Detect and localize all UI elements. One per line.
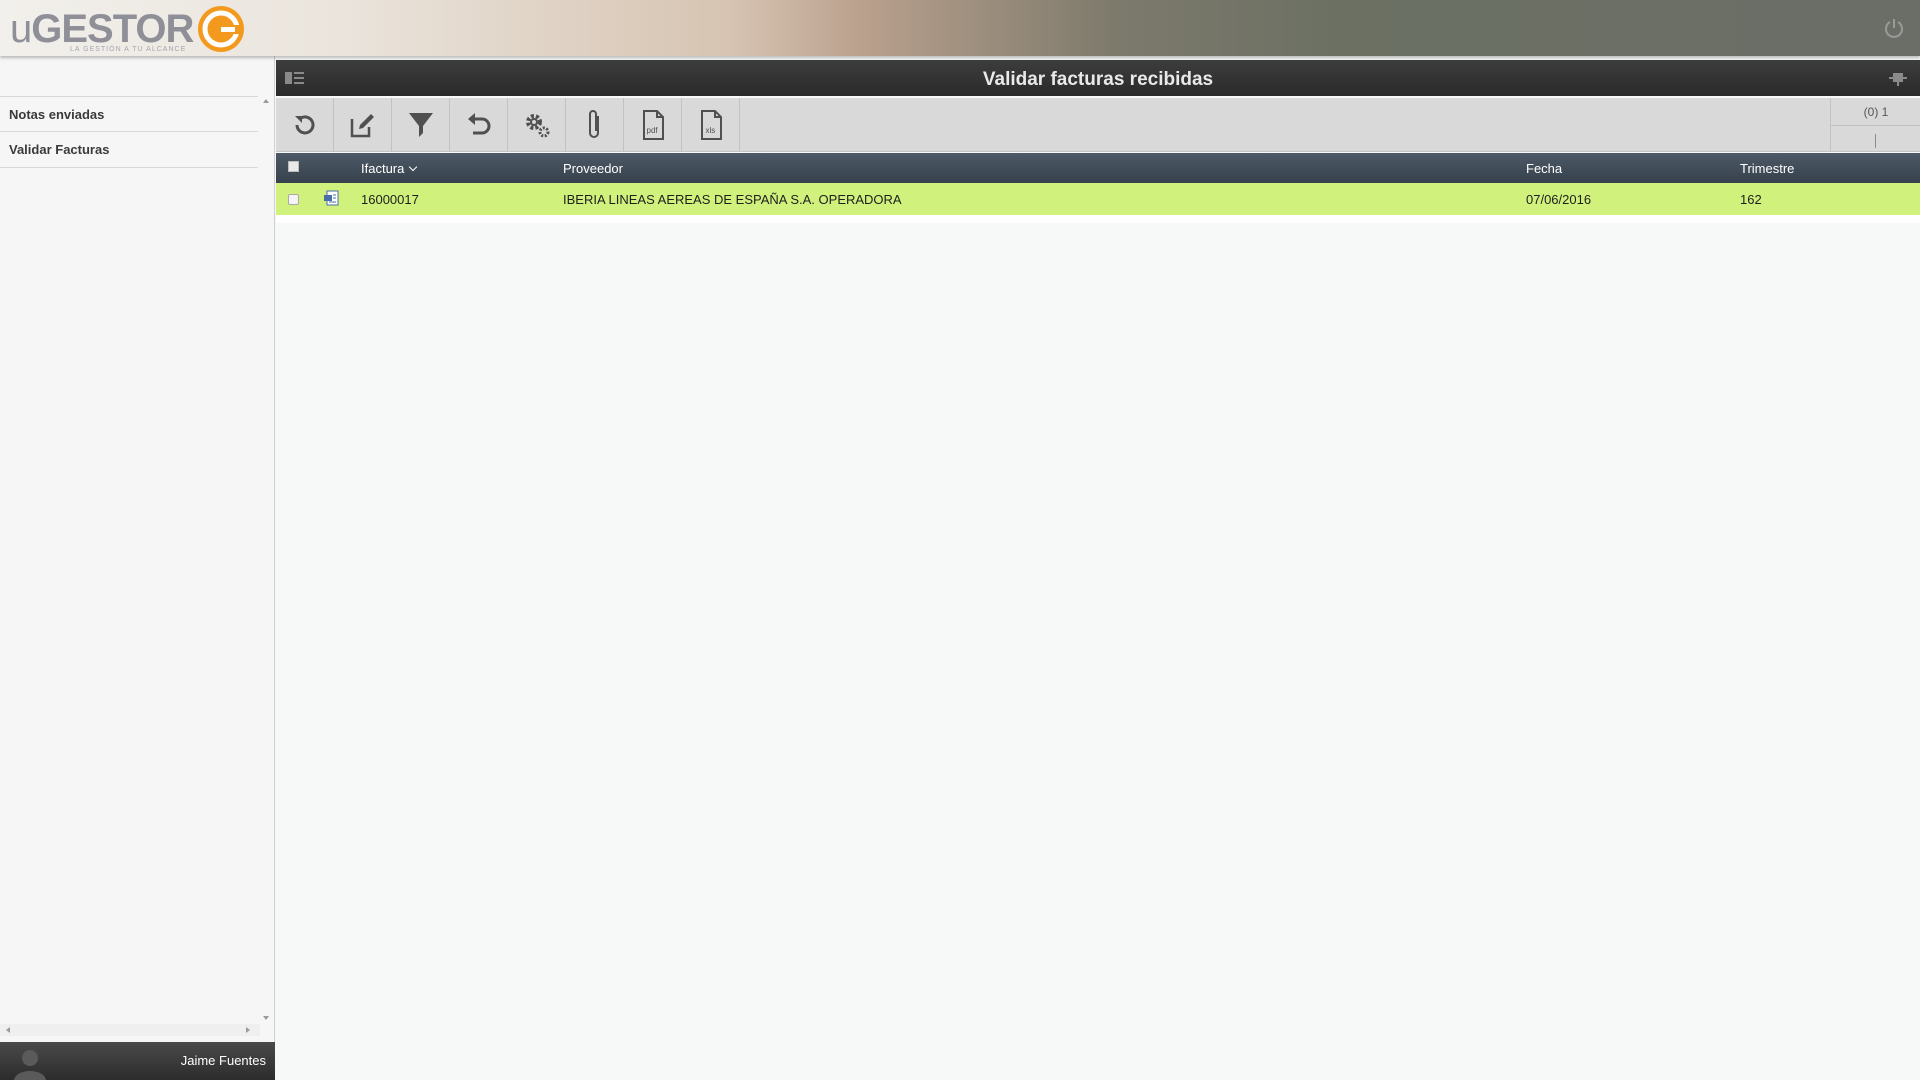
ugestor-g-logo-icon	[198, 6, 245, 52]
pager-divider	[1831, 125, 1920, 126]
pdf-export-icon: pdf	[642, 110, 664, 140]
cell-fecha: 07/06/2016	[1526, 192, 1592, 207]
undo-button[interactable]	[450, 98, 508, 152]
sort-desc-icon	[409, 162, 418, 172]
xls-export-icon: xls	[700, 110, 722, 140]
cell-proveedor: IBERIA LINEAS AEREAS DE ESPAÑA S.A. OPER…	[563, 192, 902, 207]
edit-icon	[350, 114, 374, 138]
pager-text[interactable]: (0) 1	[1831, 105, 1920, 119]
column-header-proveedor[interactable]: Proveedor	[563, 161, 623, 176]
scroll-right-arrow-icon[interactable]	[246, 1027, 250, 1033]
user-name: Jaime Fuentes	[180, 1053, 266, 1068]
pin-icon[interactable]	[1888, 70, 1908, 86]
filter-icon	[408, 113, 433, 137]
settings-button[interactable]	[508, 98, 566, 152]
sidebar-vertical-scrollbar[interactable]	[262, 96, 272, 1020]
row-spacer	[276, 215, 1920, 223]
filter-button[interactable]	[392, 98, 450, 152]
attachment-icon	[588, 110, 599, 138]
sidebar-item-validar-facturas[interactable]: Validar Facturas	[0, 132, 258, 168]
scroll-up-arrow-icon[interactable]	[263, 99, 269, 103]
scroll-left-arrow-icon[interactable]	[6, 1027, 10, 1033]
undo-icon	[467, 113, 490, 135]
power-icon[interactable]	[1882, 16, 1906, 40]
app-logo[interactable]: uGESTOR LA GESTIÓN A TU ALCANCE	[10, 4, 247, 54]
page-title: Validar facturas recibidas	[982, 69, 1214, 90]
table-header: Ifactura Proveedor Fecha Trimestre	[276, 153, 1920, 183]
document-icon[interactable]	[324, 190, 340, 206]
sidebar-horizontal-scrollbar[interactable]	[0, 1024, 260, 1036]
edit-button[interactable]	[334, 98, 392, 152]
refresh-icon	[294, 115, 314, 135]
row-checkbox[interactable]	[288, 194, 299, 205]
pdf-export-button[interactable]: pdf	[624, 98, 682, 152]
select-all-checkbox[interactable]	[288, 161, 299, 172]
column-header-fecha[interactable]: Fecha	[1526, 161, 1562, 176]
pager: (0) 1	[1830, 98, 1920, 152]
column-header-trimestre[interactable]: Trimestre	[1740, 161, 1794, 176]
refresh-button[interactable]	[276, 98, 334, 152]
logo-text: uGESTOR	[10, 6, 194, 51]
scroll-down-arrow-icon[interactable]	[263, 1016, 269, 1020]
svg-text:pdf: pdf	[646, 126, 658, 135]
sidebar-item-notas-enviadas[interactable]: Notas enviadas	[0, 96, 258, 132]
title-bar: Validar facturas recibidas	[276, 60, 1920, 96]
toolbar: pdf xls (0) 1	[276, 98, 1920, 152]
user-bar[interactable]: Jaime Fuentes	[0, 1042, 275, 1080]
user-silhouette-icon	[14, 1050, 46, 1080]
table-row[interactable]: 16000017 IBERIA LINEAS AEREAS DE ESPAÑA …	[276, 183, 1920, 215]
pager-slider[interactable]	[1875, 134, 1876, 148]
logo-tagline: LA GESTIÓN A TU ALCANCE	[70, 46, 187, 53]
xls-export-button[interactable]: xls	[682, 98, 740, 152]
settings-icon	[525, 114, 549, 138]
cell-trimestre: 162	[1740, 192, 1762, 207]
svg-text:xls: xls	[705, 126, 715, 135]
attachment-button[interactable]	[566, 98, 624, 152]
cell-ifactura: 16000017	[361, 192, 419, 207]
column-header-ifactura[interactable]: Ifactura	[361, 161, 418, 176]
sidebar: Notas enviadas Validar Facturas Jaime Fu…	[0, 56, 275, 1080]
top-header: uGESTOR LA GESTIÓN A TU ALCANCE	[0, 0, 1920, 56]
main-panel: Validar facturas recibidas pdf xls (0) 1…	[276, 56, 1920, 1080]
